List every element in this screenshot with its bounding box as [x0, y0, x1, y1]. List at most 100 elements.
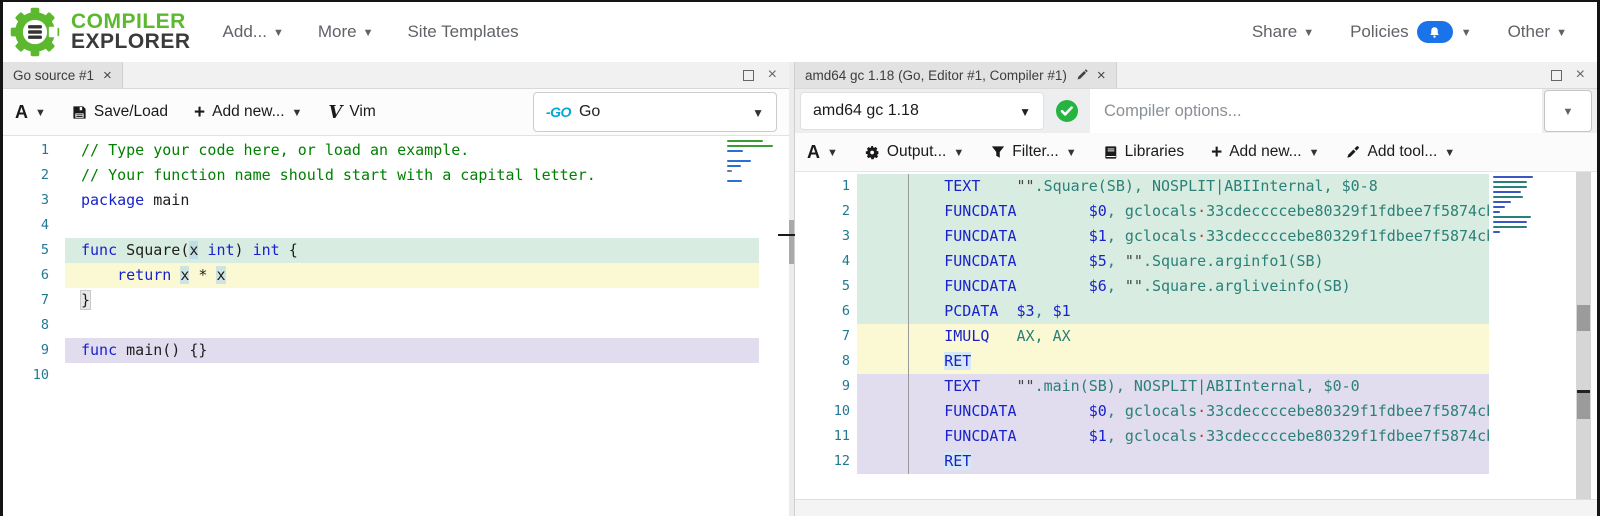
notification-bell-badge[interactable] [1417, 21, 1453, 43]
code-line[interactable]: 8 [3, 313, 759, 338]
code-text: // Your function name should start with … [65, 163, 759, 188]
splitter-handle[interactable] [789, 220, 794, 264]
close-pane-icon[interactable]: × [1576, 66, 1585, 84]
maximize-icon[interactable] [743, 70, 754, 81]
screwdriver-icon [1346, 145, 1360, 159]
compile-status [1044, 89, 1090, 133]
code-text: IMULQ AX, AX [857, 324, 1489, 349]
compiler-output-pane: amd64 gc 1.18 (Go, Editor #1, Compiler #… [794, 62, 1597, 516]
code-line[interactable]: 7 IMULQ AX, AX [795, 324, 1489, 349]
line-number: 2 [3, 163, 65, 188]
save-icon [72, 105, 87, 120]
language-select[interactable]: -GO Go ▼ [533, 92, 777, 132]
code-line[interactable]: 3package main [3, 188, 759, 213]
code-line[interactable]: 10 FUNCDATA $0, gclocals·33cdeccccebe803… [795, 399, 1489, 424]
assembly-output-editor[interactable]: 1 TEXT "".Square(SB), NOSPLIT|ABIInterna… [795, 172, 1597, 516]
add-new-button[interactable]: + Add new... ▼ [194, 103, 302, 122]
code-line[interactable]: 7} [3, 288, 759, 313]
code-line[interactable]: 10 [3, 363, 759, 388]
close-tab-icon[interactable]: × [103, 68, 112, 83]
tab-title: amd64 gc 1.18 (Go, Editor #1, Compiler #… [805, 68, 1067, 83]
tab-compiler-output[interactable]: amd64 gc 1.18 (Go, Editor #1, Compiler #… [795, 62, 1117, 88]
output-button[interactable]: Output... ▼ [865, 143, 964, 161]
caret-down-icon: ▼ [1309, 147, 1320, 159]
scrollbar-thumb[interactable] [1577, 305, 1590, 331]
libraries-button[interactable]: Libraries [1104, 143, 1184, 161]
gear-logo-icon [9, 6, 61, 58]
caret-down-icon: ▼ [363, 27, 374, 39]
menu-share[interactable]: Share▼ [1252, 22, 1314, 42]
add-tool-button[interactable]: Add tool... ▼ [1346, 143, 1455, 161]
tab-go-source-1[interactable]: Go source #1 × [3, 62, 123, 88]
line-number: 4 [3, 213, 65, 238]
code-line[interactable]: 5 FUNCDATA $6, "".Square.argliveinfo(SB) [795, 274, 1489, 299]
code-line[interactable]: 3 FUNCDATA $1, gclocals·33cdeccccebe8032… [795, 224, 1489, 249]
line-number: 6 [795, 299, 857, 324]
source-minimap[interactable] [727, 140, 781, 185]
line-number: 7 [3, 288, 65, 313]
caret-down-icon: ▼ [1303, 27, 1314, 39]
main-menu: Add...▼ More▼ Site Templates [223, 22, 519, 42]
code-line[interactable]: 9 TEXT "".main(SB), NOSPLIT|ABIInternal,… [795, 374, 1489, 399]
horizontal-scrollbar-area[interactable] [795, 499, 1597, 516]
filter-button[interactable]: Filter... ▼ [991, 143, 1076, 161]
close-pane-icon[interactable]: × [768, 66, 777, 84]
assembly-minimap[interactable] [1493, 176, 1537, 236]
scrollbar-thumb[interactable] [1577, 390, 1590, 419]
line-number: 6 [3, 263, 65, 288]
compiler-explorer-logo[interactable]: COMPILER EXPLORER [3, 6, 191, 58]
source-editor-pane: Go source #1 × × A ▼ [3, 62, 789, 516]
code-line[interactable]: 2 FUNCDATA $0, gclocals·33cdeccccebe8032… [795, 199, 1489, 224]
source-toolbar: A ▼ Save/Load + Add new... [3, 89, 789, 136]
compiler-toolbar: A ▼ Output... ▼ Filte [795, 133, 1597, 172]
code-line[interactable]: 1 TEXT "".Square(SB), NOSPLIT|ABIInterna… [795, 174, 1489, 199]
line-number: 2 [795, 199, 857, 224]
caret-down-icon: ▼ [1066, 147, 1077, 159]
compiler-explorer-window: { "header": { "brand": {"line1": "COMPIL… [0, 0, 1600, 516]
code-line[interactable]: 2// Your function name should start with… [3, 163, 759, 188]
code-line[interactable]: 9func main() {} [3, 338, 759, 363]
code-line[interactable]: 4 [3, 213, 759, 238]
compiler-options-input[interactable] [1090, 89, 1542, 133]
code-text [65, 363, 759, 388]
line-number: 5 [3, 238, 65, 263]
line-number: 10 [795, 399, 857, 424]
save-load-button[interactable]: Save/Load [72, 103, 168, 121]
line-number: 1 [795, 174, 857, 199]
compiler-select-value: amd64 gc 1.18 [813, 102, 919, 120]
maximize-icon[interactable] [1551, 70, 1562, 81]
menu-site-templates[interactable]: Site Templates [407, 22, 518, 42]
add-new-button[interactable]: + Add new... ▼ [1211, 143, 1319, 162]
line-number: 11 [795, 424, 857, 449]
code-line[interactable]: 1// Type your code here, or load an exam… [3, 138, 759, 163]
options-dropdown-button[interactable]: ▼ [1544, 90, 1592, 132]
code-line[interactable]: 11 FUNCDATA $1, gclocals·33cdeccccebe803… [795, 424, 1489, 449]
vertical-scrollbar[interactable] [1576, 172, 1591, 516]
compiler-select[interactable]: amd64 gc 1.18 ▼ [800, 92, 1044, 130]
font-size-button[interactable]: A ▼ [807, 142, 838, 163]
pane-splitter[interactable] [789, 62, 794, 516]
code-line[interactable]: 6 return x * x [3, 263, 759, 288]
line-number: 8 [3, 313, 65, 338]
close-tab-icon[interactable]: × [1097, 68, 1106, 83]
code-line[interactable]: 5func Square(x int) int { [3, 238, 759, 263]
edit-title-icon[interactable] [1076, 69, 1088, 81]
code-line[interactable]: 6 PCDATA $3, $1 [795, 299, 1489, 324]
menu-add[interactable]: Add...▼ [223, 22, 284, 42]
caret-down-icon: ▼ [35, 107, 46, 119]
menu-more[interactable]: More▼ [318, 22, 374, 42]
source-code-editor[interactable]: 1// Type your code here, or load an exam… [3, 136, 789, 516]
language-select-value: Go [579, 103, 600, 121]
vim-toggle-button[interactable]: V Vim [328, 102, 375, 123]
menu-other[interactable]: Other▼ [1508, 22, 1567, 42]
code-line[interactable]: 4 FUNCDATA $5, "".Square.arginfo1(SB) [795, 249, 1489, 274]
menu-policies[interactable]: Policies ▼ [1350, 21, 1471, 43]
code-line[interactable]: 8 RET [795, 349, 1489, 374]
code-line[interactable]: 12 RET [795, 449, 1489, 474]
font-size-button[interactable]: A ▼ [15, 102, 46, 123]
line-number: 3 [795, 224, 857, 249]
code-text: FUNCDATA $6, "".Square.argliveinfo(SB) [857, 274, 1489, 299]
caret-down-icon: ▼ [1556, 27, 1567, 39]
tab-title: Go source #1 [13, 68, 94, 83]
check-circle-icon [1055, 99, 1079, 123]
